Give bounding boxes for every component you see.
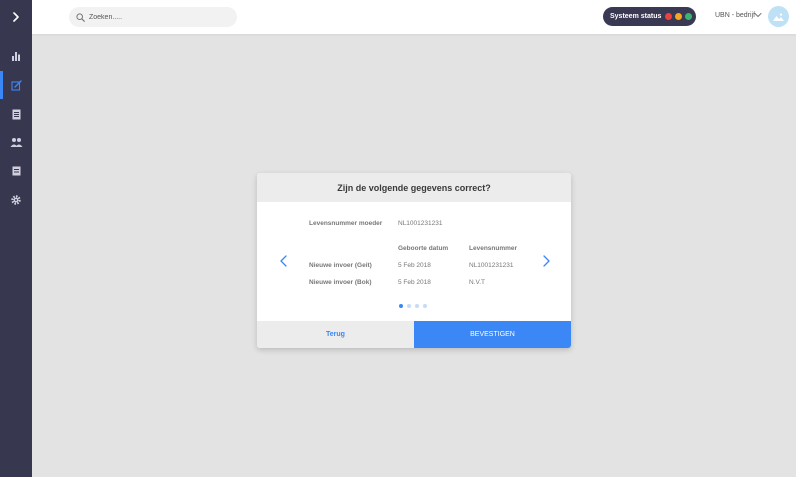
chevron-left-icon bbox=[279, 255, 287, 267]
search-input[interactable] bbox=[89, 13, 229, 21]
document-icon bbox=[12, 109, 20, 119]
next-arrow-button[interactable] bbox=[539, 253, 553, 269]
sidebar-item-list[interactable] bbox=[0, 157, 32, 185]
column-header-birth-date: Geboorte datum bbox=[398, 245, 449, 252]
row-number-buck: N.V.T bbox=[469, 279, 486, 286]
edit-icon bbox=[10, 79, 22, 91]
sidebar bbox=[0, 0, 32, 477]
dialog-title: Zijn de volgende gegevens correct? bbox=[337, 182, 491, 193]
pager-dot[interactable] bbox=[423, 304, 427, 308]
row-label-goat: Nieuwe invoer (Geit) bbox=[309, 262, 372, 269]
mother-life-number-value: NL1001231231 bbox=[398, 220, 443, 227]
chevron-right-icon bbox=[13, 12, 19, 22]
back-button[interactable]: Terug bbox=[257, 321, 414, 348]
list-icon bbox=[12, 166, 20, 176]
search-box[interactable] bbox=[69, 7, 237, 27]
top-bar: Systeem status UBN - bedrijf bbox=[32, 0, 796, 34]
gear-icon bbox=[11, 195, 21, 205]
confirmation-dialog: Zijn de volgende gegevens correct? Leven… bbox=[257, 173, 571, 348]
sidebar-item-statistics[interactable] bbox=[0, 42, 32, 70]
image-placeholder-icon bbox=[773, 12, 784, 21]
sidebar-item-documents[interactable] bbox=[0, 100, 32, 128]
bar-chart-icon bbox=[12, 52, 20, 61]
pager-dot[interactable] bbox=[399, 304, 403, 308]
status-light-orange bbox=[675, 13, 682, 20]
row-label-buck: Nieuwe invoer (Bok) bbox=[309, 279, 372, 286]
row-date-goat: 5 Feb 2018 bbox=[398, 262, 431, 269]
search-icon bbox=[76, 12, 85, 22]
chevron-down-icon[interactable] bbox=[754, 12, 762, 18]
status-light-green bbox=[685, 13, 692, 20]
chevron-right-icon bbox=[542, 255, 550, 267]
status-light-red bbox=[665, 13, 672, 20]
pager-dot[interactable] bbox=[415, 304, 419, 308]
row-date-buck: 5 Feb 2018 bbox=[398, 279, 431, 286]
sidebar-item-edit[interactable] bbox=[0, 71, 32, 99]
sidebar-expand-button[interactable] bbox=[0, 0, 32, 34]
avatar[interactable] bbox=[768, 6, 789, 27]
system-status-indicator[interactable]: Systeem status bbox=[603, 7, 696, 26]
system-status-label: Systeem status bbox=[610, 13, 662, 20]
column-header-life-number: Levensnummer bbox=[469, 245, 518, 252]
dialog-header: Zijn de volgende gegevens correct? bbox=[257, 173, 571, 202]
confirm-button[interactable]: BEVESTIGEN bbox=[414, 321, 571, 348]
company-selector-label[interactable]: UBN - bedrijf bbox=[715, 12, 755, 19]
users-icon bbox=[10, 138, 22, 147]
mother-life-number-label: Levensnummer moeder bbox=[309, 220, 383, 227]
row-number-goat: NL1001231231 bbox=[469, 262, 514, 269]
sidebar-item-users[interactable] bbox=[0, 128, 32, 156]
previous-arrow-button[interactable] bbox=[276, 253, 290, 269]
pager-dot[interactable] bbox=[407, 304, 411, 308]
sidebar-item-settings[interactable] bbox=[0, 186, 32, 214]
